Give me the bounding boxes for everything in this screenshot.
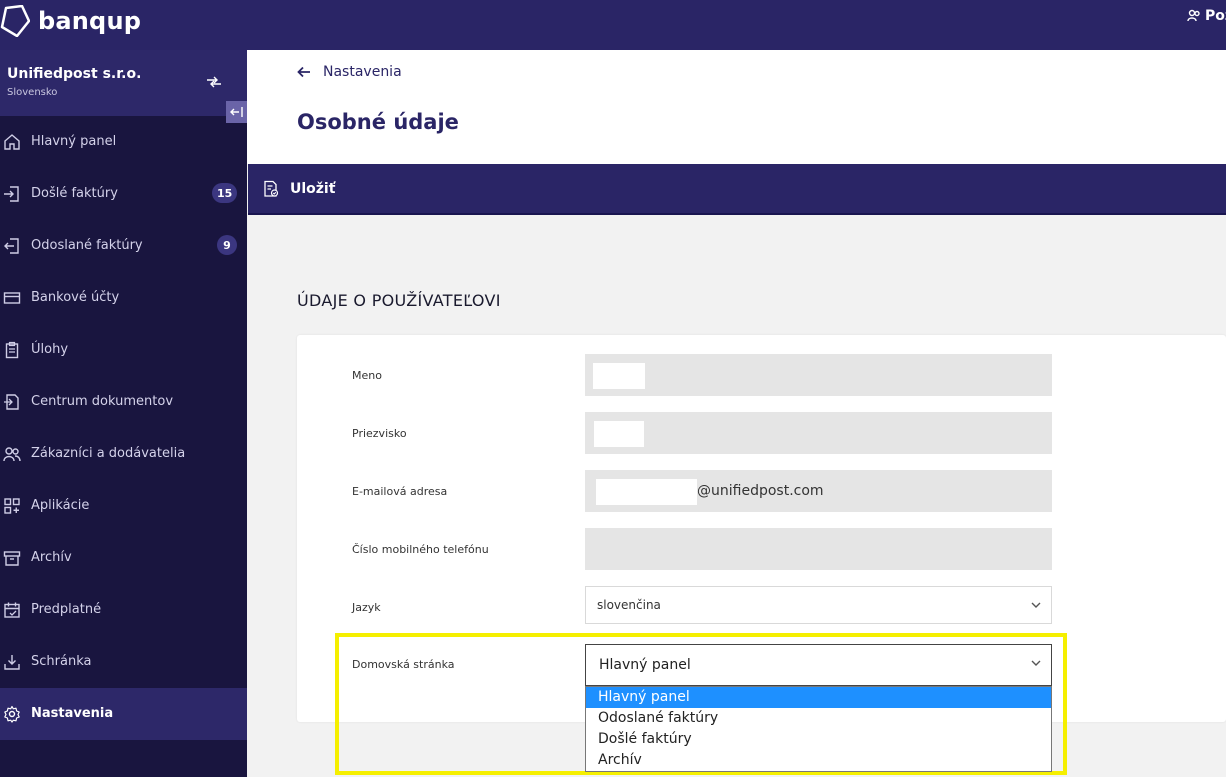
apps-icon [4,498,20,514]
sidebar-item-label: Schránka [31,654,92,669]
section-title: ÚDAJE O POUŽÍVATEĽOVI [297,291,501,310]
email-field: @unifiedpost.com [585,470,1052,512]
sidebar-item-label: Odoslané faktúry [31,238,143,253]
sidebar-item-label: Hlavný panel [31,134,117,149]
first-name-label: Meno [352,369,382,382]
sidebar-item-label: Aplikácie [31,498,90,513]
save-document-icon [264,180,279,197]
inbox-arrow-icon [4,186,19,202]
sidebar-item-label: Zákazníci a dodávatelia [31,446,186,461]
dropdown-option[interactable]: Hlavný panel [586,687,1051,708]
sidebar-item-customers-suppliers[interactable]: Zákazníci a dodávatelia [0,428,247,480]
sidebar-item-label: Predplatné [31,602,102,617]
count-badge: 9 [217,235,237,255]
email-label: E-mailová adresa [352,485,448,498]
redacted-value [596,479,697,505]
language-select-value: slovenčina [597,598,661,612]
count-badge: 15 [212,183,238,203]
download-tray-icon [4,655,20,670]
sidebar-item-label: Archív [31,550,72,565]
homepage-select-value: Hlavný panel [599,657,691,673]
sidebar-item-sent-invoices[interactable]: Odoslané faktúry 9 [0,220,247,272]
page-title: Osobné údaje [297,110,459,134]
dropdown-option[interactable]: Došlé faktúry [586,729,1051,750]
arrow-left-icon [297,66,310,78]
back-link-label: Nastavenia [323,64,402,80]
phone-label: Číslo mobilného telefónu [352,543,489,556]
sidebar-item-received-invoices[interactable]: Došlé faktúry 15 [0,168,247,220]
user-menu-label: Poz [1205,8,1226,24]
company-name: Unifiedpost s.r.o. [7,66,142,82]
card-icon [3,292,21,304]
homepage-dropdown-list: Hlavný panel Odoslané faktúry Došlé fakt… [585,686,1052,772]
email-domain: @unifiedpost.com [697,483,824,499]
company-switcher[interactable]: Unifiedpost s.r.o. Slovensko [0,50,247,116]
sidebar-item-archive[interactable]: Archív [0,532,247,584]
action-toolbar: Uložiť [248,164,1226,215]
gear-icon [4,705,20,723]
phone-field [585,528,1052,570]
sidebar-item-tasks[interactable]: Úlohy [0,324,247,376]
sidebar-item-label: Centrum dokumentov [31,394,174,409]
back-to-settings-link[interactable]: Nastavenia [297,64,402,80]
chevron-down-icon [1031,660,1041,666]
calendar-icon [4,602,20,618]
logo-hexagon-icon [0,5,30,37]
users-icon [1187,9,1200,22]
top-bar: banqup Poz [0,0,1226,50]
language-label: Jazyk [352,601,381,614]
homepage-select[interactable]: Hlavný panel [585,644,1052,686]
users-icon [3,447,21,462]
chevron-down-icon [1031,602,1041,608]
sidebar-item-settings[interactable]: Nastavenia [0,688,247,740]
last-name-field [585,412,1052,454]
dropdown-option[interactable]: Odoslané faktúry [586,708,1051,729]
sidebar-item-label: Bankové účty [31,290,120,305]
sidebar-item-apps[interactable]: Aplikácie [0,480,247,532]
user-menu[interactable]: Poz [1187,8,1226,24]
sidebar-item-document-center[interactable]: Centrum dokumentov [0,376,247,428]
sidebar-item-label: Nastavenia [31,706,114,721]
switch-arrows-icon[interactable] [206,76,222,88]
home-icon [4,134,20,150]
page-header: Nastavenia Osobné údaje [247,50,1226,164]
sidebar-item-label: Došlé faktúry [31,186,118,201]
clipboard-icon [5,341,19,359]
sidebar-item-bank-accounts[interactable]: Bankové účty [0,272,247,324]
company-country: Slovensko [7,87,58,98]
sidebar-item-subscription[interactable]: Predplatné [0,584,247,636]
dropdown-option[interactable]: Archív [586,750,1051,771]
last-name-label: Priezvisko [352,427,407,440]
sidebar-item-inbox[interactable]: Schránka [0,636,247,688]
homepage-label: Domovská stránka [352,658,455,671]
document-transfer-icon [4,394,19,410]
outbox-arrow-icon [4,238,19,254]
redacted-value [594,421,644,447]
sidebar-item-dashboard[interactable]: Hlavný panel [0,116,247,168]
logo-text: banqup [38,7,142,35]
sidebar-item-label: Úlohy [31,342,69,357]
archive-icon [3,551,21,566]
save-button[interactable]: Uložiť [262,180,335,198]
save-button-label: Uložiť [290,181,336,197]
banqup-logo[interactable]: banqup [0,5,141,37]
language-select[interactable]: slovenčina [585,586,1052,624]
redacted-value [593,363,645,389]
first-name-field [585,354,1052,396]
